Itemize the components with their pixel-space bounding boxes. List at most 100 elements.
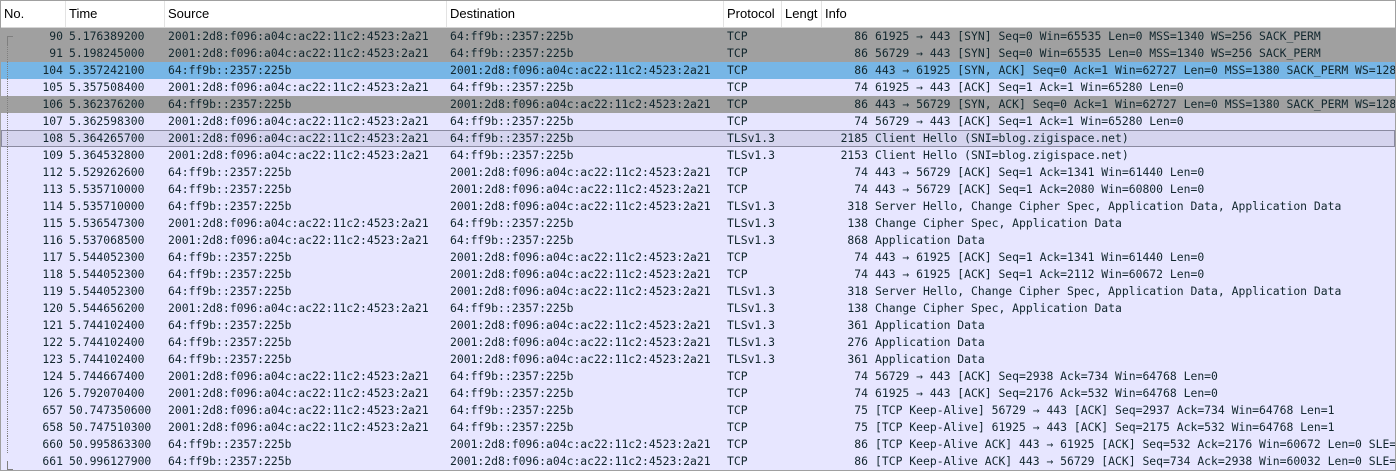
- packet-row[interactable]: 113 5.535710000 64:ff9b::2357:225b 2001:2d8…: [1, 181, 1395, 198]
- packet-destination: 2001:2d8:f096:a04c:ac22:11c2:4523:2a21: [450, 97, 711, 111]
- packet-row[interactable]: 109 5.364532800 2001:2d8:f096:a04c:ac22:11…: [1, 147, 1395, 164]
- packet-no: 119: [42, 284, 63, 298]
- packet-row[interactable]: 123 5.744102400 64:ff9b::2357:225b 2001:2d8…: [1, 351, 1395, 368]
- packet-destination: 64:ff9b::2357:225b: [450, 403, 574, 417]
- packet-no: 114: [42, 199, 63, 213]
- packet-no: 124: [42, 369, 63, 383]
- related-packet-indicator: [1, 368, 21, 385]
- packet-info: 61925 → 443 [ACK] Seq=1 Ack=1 Win=65280 …: [875, 80, 1184, 94]
- packet-destination: 64:ff9b::2357:225b: [450, 46, 574, 60]
- packet-row[interactable]: 122 5.744102400 64:ff9b::2357:225b 2001:2d8…: [1, 334, 1395, 351]
- packet-protocol: TCP: [727, 369, 748, 383]
- related-packet-indicator: [1, 113, 21, 130]
- packet-source: 64:ff9b::2357:225b: [168, 335, 292, 349]
- packet-destination: 2001:2d8:f096:a04c:ac22:11c2:4523:2a21: [450, 267, 711, 281]
- packet-row[interactable]: 120 5.544656200 2001:2d8:f096:a04c:ac22:11…: [1, 300, 1395, 317]
- related-packet-indicator: [1, 436, 21, 453]
- packet-length: 86: [854, 29, 868, 43]
- packet-source: 2001:2d8:f096:a04c:ac22:11c2:4523:2a21: [168, 29, 429, 43]
- packet-destination: 64:ff9b::2357:225b: [450, 233, 574, 247]
- packet-row[interactable]: 108 5.364265700 2001:2d8:f096:a04c:ac22:11…: [1, 130, 1395, 147]
- packet-row[interactable]: 117 5.544052300 64:ff9b::2357:225b 2001:2d8…: [1, 249, 1395, 266]
- column-header-protocol[interactable]: Protocol: [724, 1, 782, 27]
- column-header-source[interactable]: Source: [165, 1, 447, 27]
- packet-time: 5.744102400: [69, 318, 145, 332]
- packet-time: 5.198245000: [69, 46, 145, 60]
- packet-row[interactable]: 660 50.995863300 64:ff9b::2357:225b 2001:2d…: [1, 436, 1395, 453]
- related-packet-indicator: [1, 45, 21, 62]
- packet-time: 5.535710000: [69, 199, 145, 213]
- packet-length: 868: [847, 233, 868, 247]
- packet-destination: 64:ff9b::2357:225b: [450, 131, 574, 145]
- packet-destination: 64:ff9b::2357:225b: [450, 386, 574, 400]
- related-packet-indicator: [1, 232, 21, 249]
- packet-list[interactable]: No. Time Source Destination Protocol Len…: [0, 0, 1396, 471]
- packet-row[interactable]: 115 5.536547300 2001:2d8:f096:a04c:ac22:11…: [1, 215, 1395, 232]
- packet-row[interactable]: 107 5.362598300 2001:2d8:f096:a04c:ac22:11…: [1, 113, 1395, 130]
- packet-protocol: TCP: [727, 182, 748, 196]
- packet-source: 64:ff9b::2357:225b: [168, 454, 292, 468]
- packet-row[interactable]: 116 5.537068500 2001:2d8:f096:a04c:ac22:11…: [1, 232, 1395, 249]
- packet-source: 2001:2d8:f096:a04c:ac22:11c2:4523:2a21: [168, 46, 429, 60]
- packet-row[interactable]: 106 5.362376200 64:ff9b::2357:225b 2001:2d8…: [1, 96, 1395, 113]
- packet-row[interactable]: 91 5.198245000 2001:2d8:f096:a04c:ac22:11c…: [1, 45, 1395, 62]
- column-header-no[interactable]: No.: [1, 1, 66, 27]
- column-header-destination[interactable]: Destination: [447, 1, 724, 27]
- packet-source: 64:ff9b::2357:225b: [168, 284, 292, 298]
- packet-row[interactable]: 104 5.357242100 64:ff9b::2357:225b 2001:2d8…: [1, 62, 1395, 79]
- packet-source: 64:ff9b::2357:225b: [168, 352, 292, 366]
- packet-length: 318: [847, 199, 868, 213]
- packet-row[interactable]: 124 5.744667400 2001:2d8:f096:a04c:ac22:11…: [1, 368, 1395, 385]
- packet-protocol: TLSv1.3: [727, 148, 776, 162]
- related-packet-indicator: [1, 300, 21, 317]
- packet-row[interactable]: 118 5.544052300 64:ff9b::2357:225b 2001:2d8…: [1, 266, 1395, 283]
- packet-no: 126: [42, 386, 63, 400]
- packet-row[interactable]: 114 5.535710000 64:ff9b::2357:225b 2001:2d8…: [1, 198, 1395, 215]
- packet-time: 5.744102400: [69, 335, 145, 349]
- packet-time: 5.544656200: [69, 301, 145, 315]
- packet-destination: 2001:2d8:f096:a04c:ac22:11c2:4523:2a21: [450, 165, 711, 179]
- packet-time: 5.792070400: [69, 386, 145, 400]
- packet-source: 2001:2d8:f096:a04c:ac22:11c2:4523:2a21: [168, 131, 429, 145]
- packet-no: 123: [42, 352, 63, 366]
- packet-source: 2001:2d8:f096:a04c:ac22:11c2:4523:2a21: [168, 369, 429, 383]
- packet-row[interactable]: 661 50.996127900 64:ff9b::2357:225b 2001:2d…: [1, 453, 1395, 470]
- packet-protocol: TLSv1.3: [727, 216, 776, 230]
- related-packet-indicator: [1, 147, 21, 164]
- packet-time: 5.176389200: [69, 29, 145, 43]
- related-packet-indicator: [1, 351, 21, 368]
- packet-source: 2001:2d8:f096:a04c:ac22:11c2:4523:2a21: [168, 148, 429, 162]
- related-packet-indicator: [1, 130, 21, 147]
- packet-time: 50.995863300: [69, 437, 152, 451]
- packet-length: 74: [854, 267, 868, 281]
- packet-no: 107: [42, 114, 63, 128]
- packet-row[interactable]: 119 5.544052300 64:ff9b::2357:225b 2001:2d8…: [1, 283, 1395, 300]
- packet-row[interactable]: 112 5.529262600 64:ff9b::2357:225b 2001:2d8…: [1, 164, 1395, 181]
- packet-destination: 64:ff9b::2357:225b: [450, 369, 574, 383]
- packet-protocol: TCP: [727, 267, 748, 281]
- packet-row[interactable]: 658 50.747510300 2001:2d8:f096:a04c:ac22:1…: [1, 419, 1395, 436]
- packet-info: Client Hello (SNI=blog.zigispace.net): [875, 131, 1129, 145]
- packet-length: 74: [854, 165, 868, 179]
- column-header-info[interactable]: Info: [822, 1, 1395, 27]
- column-header-length[interactable]: Lengt: [782, 1, 822, 27]
- packet-time: 5.537068500: [69, 233, 145, 247]
- packet-info: 443 → 61925 [ACK] Seq=1 Ack=2112 Win=606…: [875, 267, 1205, 281]
- packet-protocol: TCP: [727, 63, 748, 77]
- packet-time: 5.364532800: [69, 148, 145, 162]
- packet-row[interactable]: 121 5.744102400 64:ff9b::2357:225b 2001:2d8…: [1, 317, 1395, 334]
- packet-length: 361: [847, 318, 868, 332]
- packet-no: 660: [42, 437, 63, 451]
- packet-info: Server Hello, Change Cipher Spec, Applic…: [875, 199, 1342, 213]
- related-packet-indicator: [1, 215, 21, 232]
- packet-protocol: TCP: [727, 403, 748, 417]
- packet-row[interactable]: 105 5.357508400 2001:2d8:f096:a04c:ac22:11…: [1, 79, 1395, 96]
- packet-row[interactable]: 126 5.792070400 2001:2d8:f096:a04c:ac22:11…: [1, 385, 1395, 402]
- packet-row[interactable]: 657 50.747350600 2001:2d8:f096:a04c:ac22:1…: [1, 402, 1395, 419]
- packet-no: 105: [42, 80, 63, 94]
- packet-time: 5.357508400: [69, 80, 145, 94]
- related-packet-indicator: [1, 96, 21, 113]
- related-packet-indicator: [1, 385, 21, 402]
- packet-row[interactable]: 90 5.176389200 2001:2d8:f096:a04c:ac22:11c…: [1, 28, 1395, 45]
- column-header-time[interactable]: Time: [66, 1, 165, 27]
